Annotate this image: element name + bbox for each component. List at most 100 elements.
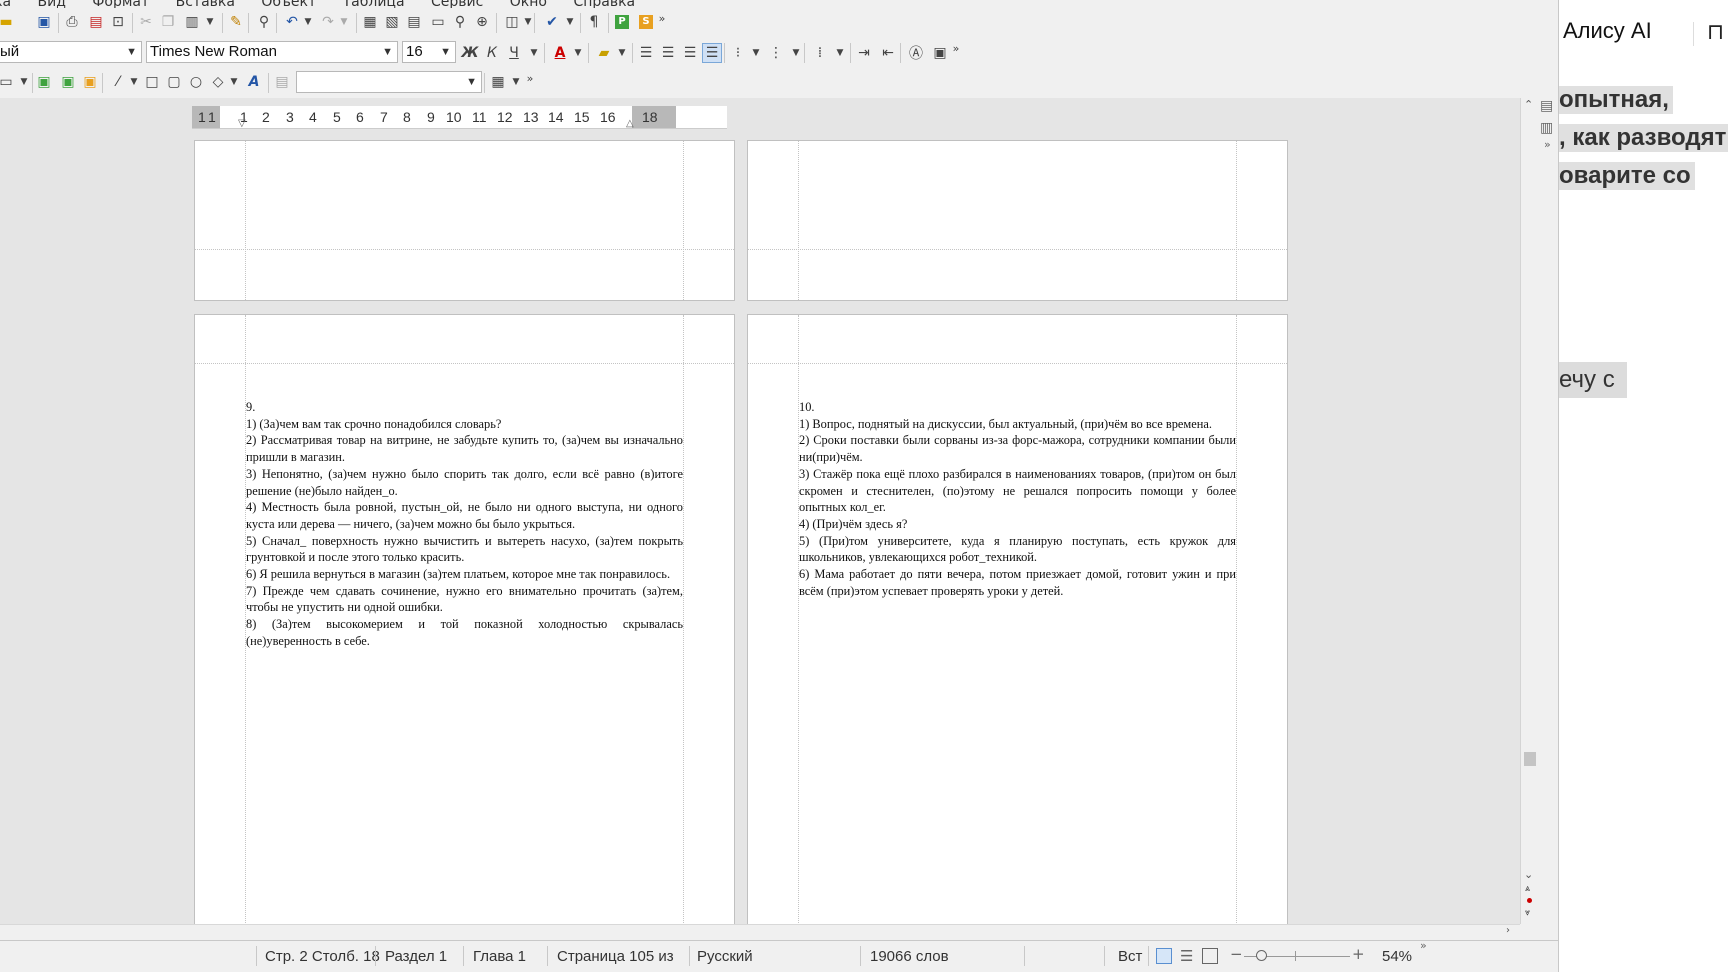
- previous-page-icon[interactable]: ⩓: [1525, 884, 1530, 894]
- book-view-icon[interactable]: [1202, 948, 1218, 964]
- menu-format[interactable]: Формат: [92, 0, 149, 8]
- insert-mode-status[interactable]: Вст: [1118, 948, 1142, 965]
- ellipse-icon[interactable]: ○: [186, 72, 206, 92]
- zoom-icon[interactable]: ⚲: [450, 12, 470, 32]
- menu-tools[interactable]: Сервис: [431, 0, 483, 8]
- chevron-down-icon[interactable]: ▼: [382, 42, 393, 62]
- font-color-button[interactable]: A: [550, 43, 570, 63]
- word-count-status[interactable]: 19066 слов: [870, 948, 949, 965]
- pin-icon[interactable]: ⊓: [1707, 20, 1724, 45]
- cut-icon[interactable]: ✂: [136, 12, 156, 32]
- toolbar-overflow-icon[interactable]: »: [520, 68, 540, 88]
- formatting-marks-icon[interactable]: ¶: [584, 12, 604, 32]
- menu-insert[interactable]: Вставка: [176, 0, 235, 8]
- chevron-down-icon[interactable]: ▼: [224, 72, 244, 92]
- align-center-icon[interactable]: ☰: [658, 43, 678, 63]
- italic-button[interactable]: К: [482, 43, 502, 63]
- statusbar-overflow-icon[interactable]: »: [1420, 939, 1427, 952]
- chevron-down-icon[interactable]: ▼: [568, 43, 588, 63]
- insert-image-icon[interactable]: ▧: [382, 12, 402, 32]
- zoom-level[interactable]: 54%: [1382, 948, 1412, 965]
- properties-icon[interactable]: ▤: [1540, 98, 1553, 114]
- menu-object[interactable]: Объект: [261, 0, 316, 8]
- chevron-down-icon[interactable]: ▼: [746, 43, 766, 63]
- chevron-down-icon[interactable]: ▼: [524, 43, 544, 63]
- styles-icon[interactable]: ▥: [1540, 120, 1553, 136]
- chevron-down-icon[interactable]: ▼: [786, 43, 806, 63]
- chevron-down-icon[interactable]: ▼: [298, 12, 318, 32]
- menu-window[interactable]: Окно: [510, 0, 547, 8]
- chevron-down-icon[interactable]: ▼: [124, 72, 144, 92]
- paste-icon[interactable]: ▥: [182, 12, 202, 32]
- page-left-text[interactable]: 9. 1) (За)чем вам так срочно понадобился…: [246, 399, 683, 650]
- multi-page-view-icon[interactable]: ☰: [1180, 947, 1193, 965]
- chart-frame-icon[interactable]: ▣: [58, 72, 78, 92]
- chevron-down-icon[interactable]: ▼: [14, 72, 34, 92]
- outline-list-icon[interactable]: ⁞: [810, 43, 830, 63]
- next-page-icon[interactable]: ⩔: [1525, 908, 1530, 918]
- chevron-down-icon[interactable]: ▼: [334, 12, 354, 32]
- chevron-down-icon[interactable]: ▼: [200, 12, 220, 32]
- character-dialog-icon[interactable]: Ⓐ: [906, 43, 926, 63]
- horizontal-scrollbar[interactable]: ›: [0, 924, 1520, 939]
- toolbar-overflow-icon[interactable]: »: [946, 38, 966, 58]
- scroll-up-icon[interactable]: ⌃: [1524, 98, 1533, 111]
- zoom-out-icon[interactable]: −: [1230, 945, 1243, 963]
- chevron-down-icon[interactable]: ▼: [518, 12, 538, 32]
- rounded-rectangle-icon[interactable]: ▢: [164, 72, 184, 92]
- print-icon[interactable]: ⎙: [62, 12, 82, 32]
- bullet-list-icon[interactable]: ⁝: [728, 43, 748, 63]
- chevron-down-icon[interactable]: ▼: [440, 42, 451, 62]
- document-workspace[interactable]: 1 1 1 2 3 4 5 6 7 8 9 10 11 12 13 14 15 …: [0, 98, 1520, 924]
- form-control-icon[interactable]: ▤: [272, 72, 292, 92]
- sidebar-overflow-icon[interactable]: »: [1544, 138, 1551, 151]
- chevron-down-icon[interactable]: ▼: [560, 12, 580, 32]
- menu-help[interactable]: Справка: [573, 0, 635, 8]
- decrease-indent-icon[interactable]: ⇤: [878, 43, 898, 63]
- fontwork-button[interactable]: A: [244, 72, 264, 92]
- zoom-slider-thumb[interactable]: [1256, 950, 1267, 961]
- suggestion-chip[interactable]: ечу с: [1559, 362, 1627, 398]
- menu-table[interactable]: Таблица: [343, 0, 405, 8]
- chevron-down-icon[interactable]: ▼: [830, 43, 850, 63]
- print-preview-icon[interactable]: ⊡: [108, 12, 128, 32]
- align-left-icon[interactable]: ☰: [636, 43, 656, 63]
- increase-indent-icon[interactable]: ⇥: [854, 43, 874, 63]
- highlight-color-icon[interactable]: ▰: [594, 43, 614, 63]
- find-combo[interactable]: ▼: [296, 71, 482, 93]
- page-count-status[interactable]: Страница 105 из: [557, 948, 674, 965]
- zoom-in-icon[interactable]: +: [1352, 945, 1365, 963]
- copy-icon[interactable]: ❐: [158, 12, 178, 32]
- horizontal-ruler[interactable]: 1 1 1 2 3 4 5 6 7 8 9 10 11 12 13 14 15 …: [192, 106, 727, 129]
- media-frame-icon[interactable]: ▣: [80, 72, 100, 92]
- numbered-list-icon[interactable]: ⋮: [766, 43, 786, 63]
- menu-view[interactable]: Вид: [38, 0, 66, 8]
- navigation-dot-icon[interactable]: [1527, 898, 1532, 903]
- clone-formatting-icon[interactable]: ✎: [226, 12, 246, 32]
- frame-icon[interactable]: ▣: [34, 72, 54, 92]
- save-icon[interactable]: ▣: [34, 12, 54, 32]
- paragraph-style-combo[interactable]: ый ▼: [0, 41, 142, 63]
- table-borders-icon[interactable]: ▦: [488, 72, 508, 92]
- navigator-icon[interactable]: ⊕: [472, 12, 492, 32]
- spellcheck-icon[interactable]: ✔: [542, 12, 562, 32]
- alisa-title[interactable]: Алису AI: [1563, 18, 1652, 44]
- menu-edit[interactable]: ка: [0, 0, 11, 8]
- language-status[interactable]: Русский: [697, 948, 753, 965]
- indent-marker-icon[interactable]: ▽: [238, 118, 246, 129]
- scroll-right-icon[interactable]: ›: [1506, 925, 1510, 936]
- export-pdf-icon[interactable]: ▤: [86, 12, 106, 32]
- rectangle-icon[interactable]: □: [142, 72, 162, 92]
- scroll-thumb[interactable]: [1524, 752, 1536, 766]
- chevron-down-icon[interactable]: ▼: [126, 42, 137, 62]
- right-indent-marker-icon[interactable]: △: [626, 118, 634, 129]
- open-folder-icon[interactable]: ▬: [0, 12, 16, 32]
- bold-button[interactable]: Ж: [460, 43, 480, 63]
- insert-chart-icon[interactable]: ▤: [404, 12, 424, 32]
- align-right-icon[interactable]: ☰: [680, 43, 700, 63]
- single-page-view-icon[interactable]: [1156, 948, 1172, 964]
- section-status[interactable]: Раздел 1: [385, 948, 447, 965]
- page-right-text[interactable]: 10. 1) Вопрос, поднятый на дискуссии, бы…: [799, 399, 1236, 599]
- chevron-down-icon[interactable]: ▼: [466, 72, 477, 92]
- find-replace-icon[interactable]: ⚲: [254, 12, 274, 32]
